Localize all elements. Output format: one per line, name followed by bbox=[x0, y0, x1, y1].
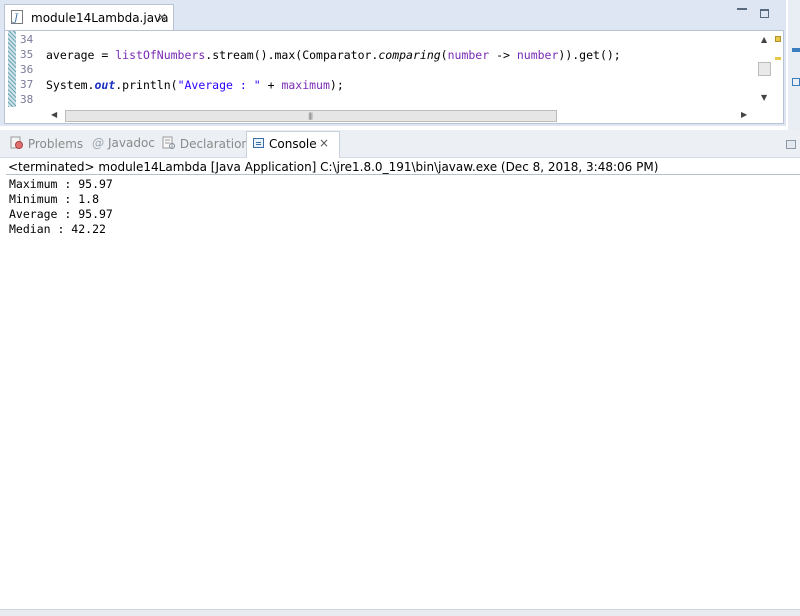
problems-icon bbox=[10, 136, 23, 149]
tab-declaration[interactable]: Declaration bbox=[162, 136, 249, 152]
code-line-35[interactable]: average = listOfNumbers.stream().max(Com… bbox=[46, 48, 621, 62]
annotation-marker[interactable] bbox=[775, 57, 781, 60]
code-token: average = bbox=[46, 48, 116, 62]
tab-label: Problems bbox=[27, 137, 84, 151]
code-token: -> bbox=[489, 48, 517, 62]
line-number: 36 bbox=[20, 63, 34, 76]
line-number: 35 bbox=[20, 48, 34, 61]
tab-problems[interactable]: Problems bbox=[10, 136, 83, 152]
console-output-line[interactable]: Average : 95.97 bbox=[9, 207, 113, 221]
scroll-up-icon[interactable]: ▲ bbox=[761, 35, 767, 44]
java-file-icon: J bbox=[11, 10, 23, 24]
code-token: listOfNumbers bbox=[115, 48, 206, 62]
console-output-line[interactable]: Median : 42.22 bbox=[9, 222, 106, 236]
trim-icon[interactable] bbox=[792, 48, 800, 52]
console-status-header: <terminated> module14Lambda [Java Applic… bbox=[8, 160, 659, 174]
console-icon bbox=[253, 138, 264, 148]
line-number: 37 bbox=[20, 78, 34, 91]
tab-label: Declaration bbox=[179, 137, 250, 151]
code-token: comparing bbox=[378, 48, 441, 62]
code-token: "Average : " bbox=[177, 78, 261, 92]
code-editor[interactable]: 34 35 36 37 38 average = listOfNumbers.s… bbox=[4, 30, 784, 124]
trim-icon[interactable] bbox=[792, 78, 800, 86]
scroll-left-icon[interactable]: ◀ bbox=[51, 110, 57, 119]
code-token: number bbox=[516, 48, 559, 62]
code-token: .println( bbox=[115, 78, 178, 92]
warning-marker-icon[interactable] bbox=[775, 36, 781, 42]
close-icon[interactable]: × bbox=[157, 10, 167, 24]
at-icon: @ bbox=[92, 136, 104, 150]
minimize-icon[interactable] bbox=[737, 8, 747, 12]
code-token: + bbox=[260, 78, 282, 92]
quick-diff-gutter bbox=[8, 31, 16, 107]
divider bbox=[6, 174, 800, 175]
editor-tab-label: module14Lambda.java bbox=[31, 11, 169, 25]
code-token: number bbox=[447, 48, 490, 62]
code-token: ( bbox=[440, 48, 448, 62]
declaration-icon bbox=[162, 136, 175, 149]
right-trim-strip bbox=[788, 0, 800, 130]
tab-javadoc[interactable]: @ Javadoc bbox=[92, 136, 155, 152]
horizontal-scrollbar[interactable]: ◀ ||| ▶ bbox=[45, 109, 757, 123]
svg-text:J: J bbox=[12, 13, 19, 24]
code-token: System. bbox=[46, 78, 95, 92]
line-number: 38 bbox=[20, 93, 34, 106]
code-token: .stream().max(Comparator. bbox=[205, 48, 379, 62]
maximize-icon[interactable] bbox=[786, 140, 796, 149]
code-token: maximum bbox=[281, 78, 330, 92]
code-token: )).get(); bbox=[558, 48, 621, 62]
line-number: 34 bbox=[20, 33, 34, 46]
grip-icon: ||| bbox=[308, 112, 313, 120]
scrollbar-thumb[interactable] bbox=[758, 62, 771, 76]
tab-console[interactable]: Console × bbox=[246, 131, 340, 158]
overview-ruler bbox=[774, 31, 783, 107]
view-tab-bar: Problems @ Javadoc Declaration Console × bbox=[0, 130, 800, 158]
console-output-line[interactable]: Minimum : 1.8 bbox=[9, 192, 99, 206]
editor-tab[interactable]: J module14Lambda.java × bbox=[4, 4, 174, 30]
maximize-icon[interactable] bbox=[760, 9, 769, 18]
scroll-right-icon[interactable]: ▶ bbox=[741, 110, 747, 119]
scroll-down-icon[interactable]: ▼ bbox=[761, 93, 767, 102]
code-line-37[interactable]: System.out.println("Average : " + maximu… bbox=[46, 78, 344, 92]
editor-area: J module14Lambda.java × 34 35 36 37 38 a… bbox=[0, 0, 786, 126]
code-token: ); bbox=[329, 78, 344, 92]
tab-label: Console bbox=[269, 137, 317, 151]
status-bar bbox=[0, 609, 800, 616]
tab-label: Javadoc bbox=[108, 136, 155, 150]
console-output-line[interactable]: Maximum : 95.97 bbox=[9, 177, 113, 191]
vertical-scrollbar[interactable]: ▲ ▼ bbox=[757, 31, 773, 107]
close-icon[interactable]: × bbox=[319, 136, 329, 150]
code-token: out bbox=[94, 78, 116, 92]
editor-tab-bar: J module14Lambda.java × bbox=[0, 0, 786, 30]
